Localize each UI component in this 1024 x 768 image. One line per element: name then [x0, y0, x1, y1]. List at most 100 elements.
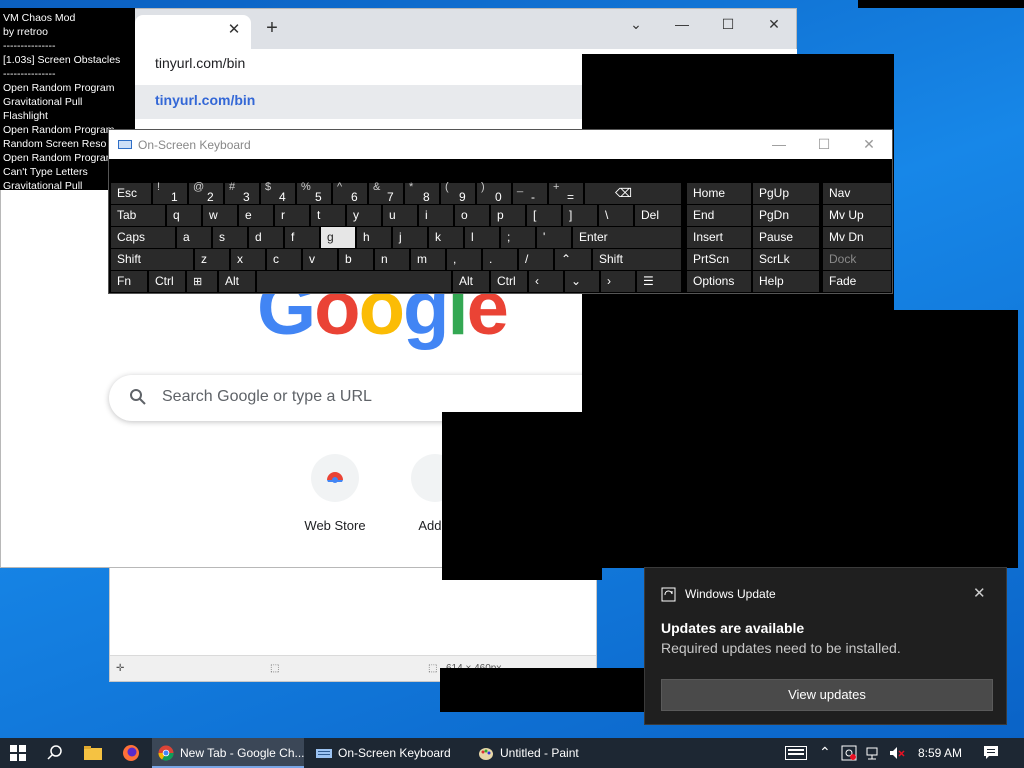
- key-home[interactable]: Home: [687, 183, 751, 204]
- windows-update-notification[interactable]: Windows Update ✕ Updates are available R…: [644, 567, 1007, 725]
- key-g[interactable]: g: [321, 227, 355, 248]
- key-digit-6[interactable]: ^ 6: [333, 181, 367, 204]
- tray-chevron[interactable]: ⌃: [815, 738, 835, 768]
- key-pgup[interactable]: PgUp: [753, 183, 819, 204]
- key-e[interactable]: e: [239, 205, 273, 226]
- key-space[interactable]: [257, 271, 451, 292]
- key-lbracket[interactable]: [: [527, 205, 561, 226]
- key-r[interactable]: r: [275, 205, 309, 226]
- key-o[interactable]: o: [455, 205, 489, 226]
- key-i[interactable]: i: [419, 205, 453, 226]
- tray-volume[interactable]: [886, 738, 908, 768]
- key-comma[interactable]: ,: [447, 249, 481, 270]
- osk-maximize-button[interactable]: ☐: [812, 134, 836, 154]
- key-ctrl-right[interactable]: Ctrl: [491, 271, 527, 292]
- key-d[interactable]: d: [249, 227, 283, 248]
- key-digit-8[interactable]: * 8: [405, 181, 439, 204]
- key-minus[interactable]: _ -: [513, 181, 547, 204]
- key-esc[interactable]: Esc: [111, 183, 151, 204]
- osk-close-button[interactable]: ✕: [857, 134, 881, 154]
- tray-update[interactable]: [838, 738, 860, 768]
- key-ctrl-left[interactable]: Ctrl: [149, 271, 185, 292]
- key-alt-left[interactable]: Alt: [219, 271, 255, 292]
- key-rbracket[interactable]: ]: [563, 205, 597, 226]
- key-digit-3[interactable]: #3: [225, 181, 259, 204]
- key-shift-right[interactable]: Shift: [593, 249, 681, 270]
- new-tab-button[interactable]: +: [261, 17, 283, 39]
- key-alt-right[interactable]: Alt: [453, 271, 489, 292]
- view-updates-button[interactable]: View updates: [661, 679, 993, 711]
- key-pause[interactable]: Pause: [753, 227, 819, 248]
- key-caps[interactable]: Caps: [111, 227, 175, 248]
- key-menu[interactable]: ☰: [637, 271, 681, 292]
- taskbar-app-chrome[interactable]: New Tab - Google Ch...: [152, 738, 305, 768]
- key-s[interactable]: s: [213, 227, 247, 248]
- key-u[interactable]: u: [383, 205, 417, 226]
- key-y[interactable]: y: [347, 205, 381, 226]
- maximize-button[interactable]: ☐: [705, 9, 751, 39]
- key-z[interactable]: z: [195, 249, 229, 270]
- key-k[interactable]: k: [429, 227, 463, 248]
- key-slash[interactable]: /: [519, 249, 553, 270]
- key-dock[interactable]: Dock: [823, 249, 891, 270]
- file-explorer-button[interactable]: [76, 738, 110, 768]
- key-w[interactable]: w: [203, 205, 237, 226]
- key-insert[interactable]: Insert: [687, 227, 751, 248]
- key-equals[interactable]: + =: [549, 181, 583, 204]
- tab-search-icon[interactable]: ⌄: [613, 9, 659, 39]
- key-arrow-down[interactable]: ⌄: [565, 271, 599, 292]
- key-a[interactable]: a: [177, 227, 211, 248]
- key-nav[interactable]: Nav: [823, 183, 891, 204]
- action-center-button[interactable]: [976, 738, 1006, 768]
- key-t[interactable]: t: [311, 205, 345, 226]
- key-options[interactable]: Options: [687, 271, 751, 292]
- key-j[interactable]: j: [393, 227, 427, 248]
- key-mvup[interactable]: Mv Up: [823, 205, 891, 226]
- key-c[interactable]: c: [267, 249, 301, 270]
- key-shift-left[interactable]: Shift: [111, 249, 193, 270]
- key-quote[interactable]: ': [537, 227, 571, 248]
- key-m[interactable]: m: [411, 249, 445, 270]
- key-del[interactable]: Del: [635, 205, 681, 226]
- key-scrlk[interactable]: ScrLk: [753, 249, 819, 270]
- key-p[interactable]: p: [491, 205, 525, 226]
- key-digit-4[interactable]: $4: [261, 181, 295, 204]
- key-digit-5[interactable]: % 5: [297, 181, 331, 204]
- clock[interactable]: 8:59 AM: [918, 746, 962, 760]
- osk-minimize-button[interactable]: —: [767, 134, 791, 154]
- key-x[interactable]: x: [231, 249, 265, 270]
- key-v[interactable]: v: [303, 249, 337, 270]
- minimize-button[interactable]: —: [659, 9, 705, 39]
- key-digit-0[interactable]: ) 0: [477, 181, 511, 204]
- key-windows[interactable]: ⊞: [187, 271, 217, 292]
- search-placeholder[interactable]: Search Google or type a URL: [162, 388, 372, 406]
- close-icon[interactable]: ✕: [973, 584, 986, 602]
- key-end[interactable]: End: [687, 205, 751, 226]
- key-fade[interactable]: Fade: [823, 271, 891, 292]
- key-backslash[interactable]: \: [599, 205, 633, 226]
- key-arrow-left[interactable]: ‹: [529, 271, 563, 292]
- key-n[interactable]: n: [375, 249, 409, 270]
- tray-network[interactable]: [862, 738, 884, 768]
- start-button[interactable]: [0, 738, 36, 768]
- key-fn[interactable]: Fn: [111, 271, 147, 292]
- close-button[interactable]: ✕: [751, 9, 797, 39]
- firefox-button[interactable]: [114, 738, 148, 768]
- key-digit-1[interactable]: ! 1: [153, 181, 187, 204]
- suggestion-text[interactable]: tinyurl.com/bin: [155, 92, 255, 108]
- key-semicolon[interactable]: ;: [501, 227, 535, 248]
- key-tab[interactable]: Tab: [111, 205, 165, 226]
- key-backspace[interactable]: ⌫: [585, 183, 681, 204]
- key-mvdn[interactable]: Mv Dn: [823, 227, 891, 248]
- key-help[interactable]: Help: [753, 271, 819, 292]
- key-digit-2[interactable]: @2: [189, 181, 223, 204]
- taskbar-app-osk[interactable]: On-Screen Keyboard: [310, 738, 468, 768]
- key-l[interactable]: l: [465, 227, 499, 248]
- key-q[interactable]: q: [167, 205, 201, 226]
- search-button[interactable]: [38, 738, 72, 768]
- on-screen-keyboard-window[interactable]: On-Screen Keyboard — ☐ ✕ Esc! 1 @2 #3 $4% 5 ^ 6…: [108, 129, 893, 294]
- key-b[interactable]: b: [339, 249, 373, 270]
- key-digit-7[interactable]: & 7: [369, 181, 403, 204]
- shortcut-web-store[interactable]: Web Store: [295, 454, 375, 533]
- key-digit-9[interactable]: (9: [441, 181, 475, 204]
